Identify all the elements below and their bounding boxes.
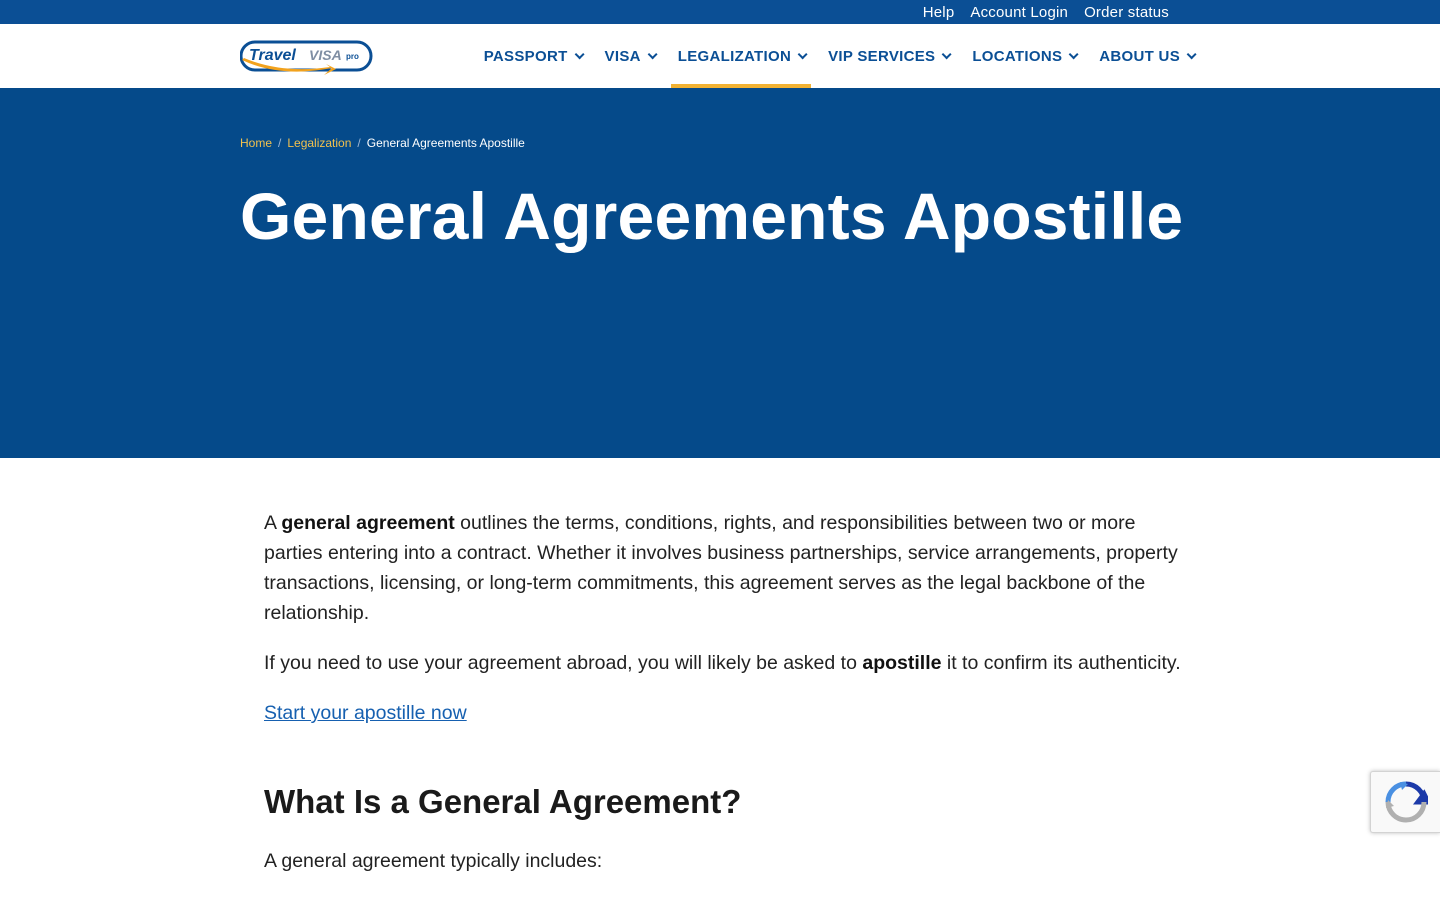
nav-label: ABOUT US [1099, 47, 1180, 65]
breadcrumb-legalization[interactable]: Legalization [287, 136, 351, 150]
intro-paragraph: A general agreement outlines the terms, … [264, 512, 1178, 624]
nav-label: VIP SERVICES [828, 47, 936, 65]
section-heading: What Is a General Agreement? [264, 783, 742, 820]
chevron-down-icon [1068, 48, 1079, 59]
recaptcha-icon [1385, 781, 1428, 823]
nav-item-visa[interactable]: VISA [598, 24, 661, 88]
nav-label: LEGALIZATION [677, 47, 792, 65]
svg-text:VISA: VISA [309, 47, 342, 63]
start-apostille-link[interactable]: Start your apostille now [264, 698, 467, 728]
apostille-paragraph: If you need to use your agreement abroad… [264, 652, 1181, 674]
nav-label: VISA [604, 47, 641, 65]
breadcrumb-separator: / [278, 136, 282, 150]
breadcrumb-home[interactable]: Home [240, 136, 272, 150]
breadcrumb-separator: / [357, 136, 361, 150]
order-status-link[interactable]: Order status [1084, 4, 1169, 21]
account-login-link[interactable]: Account Login [970, 4, 1068, 21]
main-nav: Travel VISA pro PASSPORT VISA LEGALIZATI… [0, 24, 1440, 88]
nav-item-legalization[interactable]: LEGALIZATION [670, 24, 812, 88]
chevron-down-icon [574, 48, 585, 59]
help-link[interactable]: Help [923, 4, 955, 21]
chevron-down-icon [647, 48, 658, 59]
utility-bar: Help Account Login Order status [0, 0, 1440, 24]
nav-label: PASSPORT [483, 47, 568, 65]
svg-text:Travel: Travel [249, 47, 296, 64]
nav-item-passport[interactable]: PASSPORT [477, 24, 588, 88]
chevron-down-icon [797, 48, 808, 59]
recaptcha-badge[interactable] [1370, 771, 1440, 833]
primary-nav: PASSPORT VISA LEGALIZATION VIP SERVICES … [467, 24, 1200, 88]
nav-item-locations[interactable]: LOCATIONS [965, 24, 1082, 88]
nav-label: LOCATIONS [972, 47, 1063, 65]
chevron-down-icon [1186, 48, 1197, 59]
page-title: General Agreements Apostille [240, 179, 1184, 253]
breadcrumb-current: General Agreements Apostille [366, 136, 525, 150]
main-content: A general agreement outlines the terms, … [264, 508, 1184, 896]
svg-text:pro: pro [346, 52, 359, 61]
hero-banner: Home / Legalization / General Agreements… [0, 88, 1440, 458]
nav-item-about-us[interactable]: ABOUT US [1092, 24, 1200, 88]
travel-visa-pro-logo[interactable]: Travel VISA pro [240, 40, 374, 76]
nav-item-vip-services[interactable]: VIP SERVICES [821, 24, 955, 88]
includes-paragraph: A general agreement typically includes: [264, 850, 603, 872]
breadcrumb: Home / Legalization / General Agreements… [240, 136, 525, 150]
chevron-down-icon [942, 48, 952, 59]
